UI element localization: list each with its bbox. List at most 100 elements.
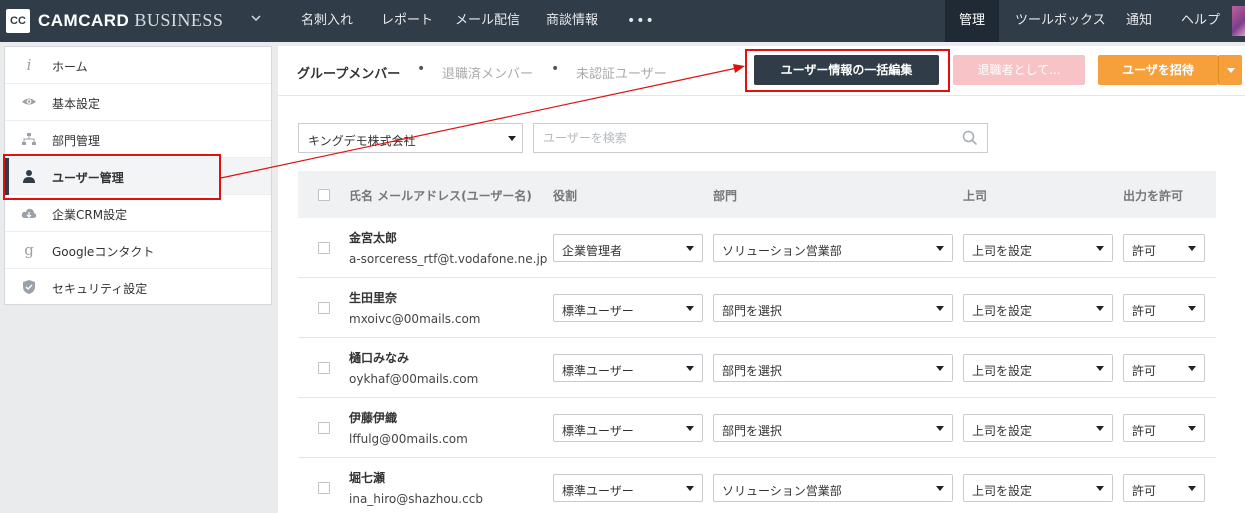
role-select-value: 企業管理者: [562, 244, 623, 258]
chevron-down-icon: [936, 426, 944, 431]
chevron-down-icon: [1096, 426, 1104, 431]
chevron-down-icon: [1096, 306, 1104, 311]
brand-name[interactable]: CAMCARD BUSINESS: [38, 10, 223, 31]
dept-select-value: ソリューション営業部: [722, 484, 842, 498]
dept-select-value: ソリューション営業部: [722, 244, 842, 258]
chevron-down-icon: [686, 486, 694, 491]
user-email: oykhaf@00mails.com: [349, 372, 479, 386]
boss-select[interactable]: 上司を設定: [963, 354, 1113, 382]
role-select[interactable]: 標準ユーザー: [553, 354, 703, 382]
chevron-down-icon: [1188, 306, 1196, 311]
nav-mail[interactable]: メール配信: [455, 0, 520, 42]
boss-select[interactable]: 上司を設定: [963, 234, 1113, 262]
role-select-value: 標準ユーザー: [562, 484, 634, 498]
tab-group-members[interactable]: グループメンバー: [297, 63, 400, 82]
dept-select[interactable]: ソリューション営業部: [713, 474, 953, 502]
output-select[interactable]: 許可: [1123, 234, 1205, 262]
logo-icon[interactable]: CC: [6, 9, 30, 33]
chevron-down-icon: [1227, 68, 1235, 73]
chevron-down-icon: [686, 246, 694, 251]
sidebar-item-departments[interactable]: 部門管理: [5, 121, 271, 158]
chevron-down-icon: [1096, 366, 1104, 371]
chevron-down-icon[interactable]: [250, 12, 262, 27]
nav-report[interactable]: レポート: [381, 0, 433, 42]
boss-select[interactable]: 上司を設定: [963, 474, 1113, 502]
select-all-checkbox[interactable]: [318, 189, 330, 201]
dept-select[interactable]: 部門を選択: [713, 414, 953, 442]
sidebar-item-google[interactable]: g Googleコンタクト: [5, 232, 271, 269]
invite-dropdown-button[interactable]: [1218, 55, 1242, 85]
nav-cardholder[interactable]: 名刺入れ: [301, 0, 353, 42]
search-input[interactable]: [533, 123, 988, 153]
search-icon[interactable]: [962, 130, 978, 146]
org-select-value: キングデモ株式会社: [308, 134, 416, 148]
role-select[interactable]: 標準ユーザー: [553, 474, 703, 502]
tab-retired-members[interactable]: 退職済メンバー: [442, 63, 533, 82]
row-checkbox[interactable]: [318, 422, 330, 434]
chevron-down-icon: [936, 306, 944, 311]
output-select[interactable]: 許可: [1123, 354, 1205, 382]
more-icon[interactable]: •••: [627, 0, 655, 42]
output-select[interactable]: 許可: [1123, 414, 1205, 442]
tab-unverified-users[interactable]: 未認証ユーザー: [576, 63, 667, 82]
dept-select-value: 部門を選択: [722, 424, 783, 438]
boss-select[interactable]: 上司を設定: [963, 414, 1113, 442]
main-panel: グループメンバー • 退職済メンバー • 未認証ユーザー ユーザー情報の一括編集…: [278, 46, 1245, 513]
chevron-down-icon: [1188, 426, 1196, 431]
row-checkbox[interactable]: [318, 242, 330, 254]
role-select[interactable]: 企業管理者: [553, 234, 703, 262]
nav-notifications[interactable]: 通知: [1126, 0, 1152, 42]
retire-button[interactable]: 退職者として...: [953, 55, 1085, 85]
header-boss: 上司: [963, 189, 988, 203]
chevron-down-icon: [1096, 246, 1104, 251]
header-dept: 部門: [713, 189, 738, 203]
boss-select[interactable]: 上司を設定: [963, 294, 1113, 322]
sidebar-item-basic-settings[interactable]: 基本設定: [5, 84, 271, 121]
dept-select[interactable]: ソリューション営業部: [713, 234, 953, 262]
role-select[interactable]: 標準ユーザー: [553, 414, 703, 442]
output-select[interactable]: 許可: [1123, 294, 1205, 322]
invite-user-button[interactable]: ユーザを招待: [1098, 55, 1218, 85]
chevron-down-icon: [936, 366, 944, 371]
nav-admin[interactable]: 管理: [945, 0, 1000, 42]
nav-deals[interactable]: 商談情報: [546, 0, 598, 42]
info-icon: i: [26, 56, 32, 74]
table-row: 生田里奈 mxoivc@00mails.com 標準ユーザー 部門を選択 上司を設定 許可: [298, 278, 1216, 338]
header-role: 役割: [553, 189, 578, 203]
row-checkbox[interactable]: [318, 482, 330, 494]
top-bar: CC CAMCARD BUSINESS 名刺入れ レポート メール配信 商談情報 …: [0, 0, 1245, 42]
sidebar-item-label: ホーム: [52, 60, 88, 74]
nav-help[interactable]: ヘルプ: [1181, 0, 1220, 42]
user-email: a-sorceress_rtf@t.vodafone.ne.jp: [349, 252, 548, 266]
sidebar-item-crm[interactable]: 企業CRM設定: [5, 195, 271, 232]
chevron-down-icon: [686, 306, 694, 311]
nav-toolbox[interactable]: ツールボックス: [1015, 0, 1106, 42]
sidebar-item-home[interactable]: i ホーム: [5, 47, 271, 84]
boss-select-value: 上司を設定: [972, 484, 1033, 498]
avatar[interactable]: [1232, 6, 1245, 36]
output-select[interactable]: 許可: [1123, 474, 1205, 502]
output-select-value: 許可: [1132, 424, 1157, 438]
org-chart-icon: [21, 131, 37, 147]
user-email: mxoivc@00mails.com: [349, 312, 481, 326]
dept-select[interactable]: 部門を選択: [713, 354, 953, 382]
chevron-down-icon: [936, 486, 944, 491]
boss-select-value: 上司を設定: [972, 424, 1033, 438]
shield-icon: [21, 279, 37, 295]
table-header: 氏名 メールアドレス(ユーザー名) 役割 部門 上司 出力を許可: [298, 171, 1216, 218]
chevron-down-icon: [508, 136, 516, 141]
user-name: 生田里奈: [349, 291, 398, 305]
header-name-email: 氏名 メールアドレス(ユーザー名): [349, 189, 532, 203]
org-select[interactable]: キングデモ株式会社: [298, 123, 523, 153]
sidebar-item-security[interactable]: セキュリティ設定: [5, 269, 271, 306]
row-checkbox[interactable]: [318, 302, 330, 314]
output-select-value: 許可: [1132, 244, 1157, 258]
row-checkbox[interactable]: [318, 362, 330, 374]
chevron-down-icon: [1096, 486, 1104, 491]
dept-select[interactable]: 部門を選択: [713, 294, 953, 322]
sidebar-item-label: セキュリティ設定: [52, 282, 148, 296]
role-select[interactable]: 標準ユーザー: [553, 294, 703, 322]
user-name: 樋口みなみ: [349, 351, 410, 365]
role-select-value: 標準ユーザー: [562, 424, 634, 438]
output-select-value: 許可: [1132, 484, 1157, 498]
